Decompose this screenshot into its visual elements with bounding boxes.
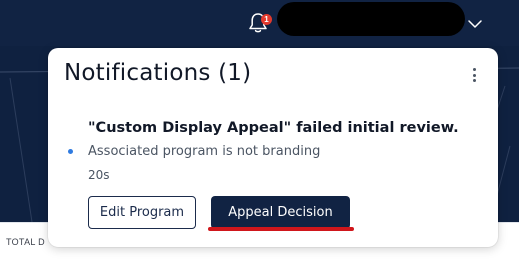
- notification-timestamp: 20s: [88, 168, 110, 182]
- kebab-menu-icon[interactable]: [470, 68, 478, 86]
- appeal-decision-button[interactable]: Appeal Decision: [211, 196, 350, 229]
- top-nav-bar: 1: [0, 0, 519, 46]
- user-menu-redacted[interactable]: [277, 2, 465, 36]
- notification-description: Associated program is not branding: [88, 144, 321, 159]
- notifications-popover: Notifications (1) "Custom Display Appeal…: [48, 48, 498, 247]
- app-stage: 1 TOTAL D Notifications (1) "Custom Disp…: [0, 0, 519, 267]
- notifications-bell-button[interactable]: 1: [248, 10, 272, 36]
- notifications-title: Notifications (1): [64, 60, 252, 86]
- notification-count-badge: 1: [261, 14, 272, 25]
- unread-indicator-dot: [68, 149, 73, 154]
- notification-title: "Custom Display Appeal" failed initial r…: [88, 120, 459, 136]
- stats-label: TOTAL D: [6, 237, 45, 247]
- chevron-down-icon[interactable]: [467, 19, 483, 29]
- highlight-underline: [208, 227, 354, 231]
- edit-program-button[interactable]: Edit Program: [88, 196, 196, 229]
